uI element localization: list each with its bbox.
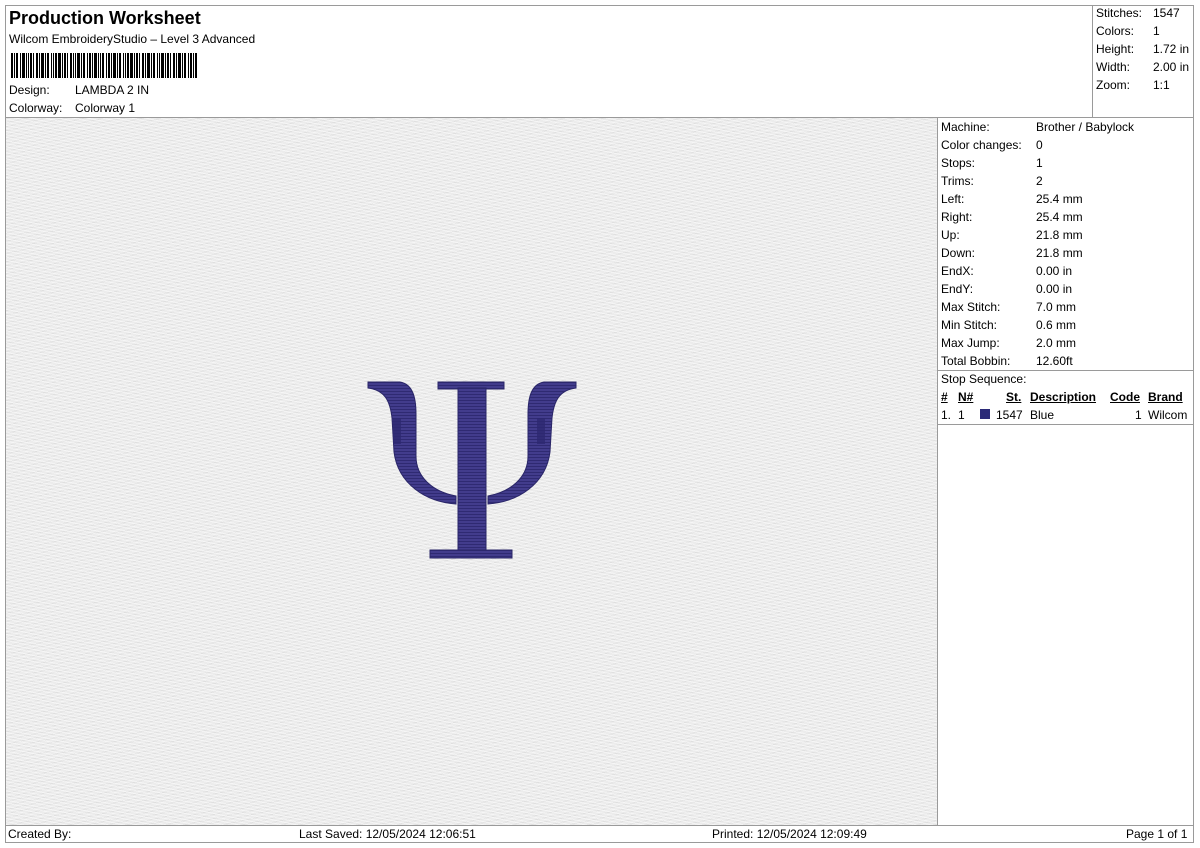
- stats-value: 1.72 in: [1153, 42, 1190, 56]
- stats-row-height: Height: 1.72 in: [1096, 42, 1189, 56]
- info-value: 0.6 mm: [1036, 318, 1077, 332]
- barcode-icon: [11, 53, 197, 78]
- info-label: EndY:: [941, 282, 974, 296]
- info-label: Min Stitch:: [941, 318, 998, 332]
- worksheet-header: Production Worksheet Wilcom EmbroiderySt…: [5, 5, 1093, 118]
- info-value: 0.00 in: [1036, 282, 1073, 296]
- seq-header-st: St.: [1006, 390, 1022, 404]
- info-row-trims: Trims: 2: [941, 174, 1043, 188]
- colorway-label: Colorway:: [9, 101, 63, 115]
- software-subtitle: Wilcom EmbroideryStudio – Level 3 Advanc…: [9, 32, 256, 46]
- seq-header-code: Code: [1110, 390, 1140, 404]
- stats-row-width: Width: 2.00 in: [1096, 60, 1189, 74]
- stats-label: Height:: [1096, 42, 1135, 56]
- info-label: Up:: [941, 228, 960, 242]
- design-row: Design: LAMBDA 2 IN: [9, 83, 149, 97]
- seq-row-code: 1: [1135, 408, 1142, 422]
- stats-label: Colors:: [1096, 24, 1135, 38]
- seq-row-n-num: 1: [958, 408, 965, 422]
- info-label: Right:: [941, 210, 973, 224]
- info-label: Color changes:: [941, 138, 1022, 152]
- info-row-down: Down: 21.8 mm: [941, 246, 1083, 260]
- info-label: EndX:: [941, 264, 974, 278]
- info-value: 21.8 mm: [1036, 246, 1083, 260]
- seq-row-description: Blue: [1030, 408, 1055, 422]
- seq-row-st: 1547: [996, 408, 1023, 422]
- stats-row-zoom: Zoom: 1:1: [1096, 78, 1170, 92]
- info-value: Brother / Babylock: [1036, 120, 1135, 134]
- colorway-value: Colorway 1: [75, 101, 136, 115]
- info-label: Total Bobbin:: [941, 354, 1011, 368]
- seq-header-n-num: N#: [958, 390, 974, 404]
- info-label: Down:: [941, 246, 976, 260]
- info-row-endx: EndX: 0.00 in: [941, 264, 1072, 278]
- info-label: Max Stitch:: [941, 300, 1001, 314]
- sequence-divider: [938, 424, 1194, 425]
- preview-divider: [937, 118, 938, 825]
- info-row-max-jump: Max Jump: 2.0 mm: [941, 336, 1076, 350]
- stats-value: 2.00 in: [1153, 60, 1190, 74]
- info-divider: [938, 370, 1194, 371]
- seq-header-description: Description: [1030, 390, 1097, 404]
- page-title: Production Worksheet: [9, 8, 201, 28]
- stats-row-colors: Colors: 1: [1096, 24, 1160, 38]
- design-value: LAMBDA 2 IN: [75, 83, 150, 97]
- footer-page: Page 1 of 1: [1126, 827, 1188, 841]
- info-row-stops: Stops: 1: [941, 156, 1043, 170]
- info-row-total-bobbin: Total Bobbin: 12.60ft: [941, 354, 1073, 368]
- info-label: Left:: [941, 192, 965, 206]
- stats-value: 1547: [1153, 6, 1180, 20]
- footer-last-saved: Last Saved: 12/05/2024 12:06:51: [299, 827, 476, 841]
- psi-glyph: [367, 381, 577, 559]
- design-preview-canvas: [6, 118, 937, 825]
- info-value: 7.0 mm: [1036, 300, 1077, 314]
- info-row-max-stitch: Max Stitch: 7.0 mm: [941, 300, 1076, 314]
- seq-header-num: #: [941, 390, 948, 404]
- stats-panel: Stitches: 1547 Colors: 1 Height: 1.72 in Wi…: [1092, 5, 1194, 118]
- info-row-min-stitch: Min Stitch: 0.6 mm: [941, 318, 1076, 332]
- stop-sequence-title: Stop Sequence:: [941, 372, 1027, 386]
- info-row-left: Left: 25.4 mm: [941, 192, 1083, 206]
- info-row-endy: EndY: 0.00 in: [941, 282, 1072, 296]
- info-label: Max Jump:: [941, 336, 1000, 350]
- colorway-row: Colorway: Colorway 1: [9, 101, 135, 115]
- stats-value: 1:1: [1153, 78, 1170, 92]
- stats-row-stitches: Stitches: 1547: [1096, 6, 1180, 20]
- info-row-up: Up: 21.8 mm: [941, 228, 1083, 242]
- info-value: 0: [1036, 138, 1043, 152]
- info-label: Stops:: [941, 156, 976, 170]
- footer-divider: [5, 825, 1194, 826]
- seq-header-brand: Brand: [1148, 390, 1183, 404]
- design-label: Design:: [9, 83, 50, 97]
- info-value: 12.60ft: [1036, 354, 1073, 368]
- info-value: 25.4 mm: [1036, 210, 1083, 224]
- info-label: Trims:: [941, 174, 974, 188]
- info-value: 1: [1036, 156, 1043, 170]
- info-value: 25.4 mm: [1036, 192, 1083, 206]
- info-label: Machine:: [941, 120, 990, 134]
- stats-value: 1: [1153, 24, 1160, 38]
- footer-created-by: Created By:: [8, 827, 72, 841]
- info-row-color-changes: Color changes: 0: [941, 138, 1043, 152]
- info-value: 2.0 mm: [1036, 336, 1077, 350]
- stats-label: Zoom:: [1096, 78, 1131, 92]
- stats-label: Width:: [1096, 60, 1131, 74]
- seq-row-brand: Wilcom: [1148, 408, 1188, 422]
- info-row-right: Right: 25.4 mm: [941, 210, 1083, 224]
- stats-label: Stitches:: [1096, 6, 1143, 20]
- psi-embroidery-icon: [367, 381, 577, 559]
- seq-row-num: 1.: [941, 408, 952, 422]
- info-row-machine: Machine: Brother / Babylock: [941, 120, 1134, 134]
- footer-printed: Printed: 12/05/2024 12:09:49: [712, 827, 867, 841]
- color-swatch: [980, 409, 990, 419]
- info-value: 21.8 mm: [1036, 228, 1083, 242]
- info-value: 2: [1036, 174, 1043, 188]
- info-value: 0.00 in: [1036, 264, 1073, 278]
